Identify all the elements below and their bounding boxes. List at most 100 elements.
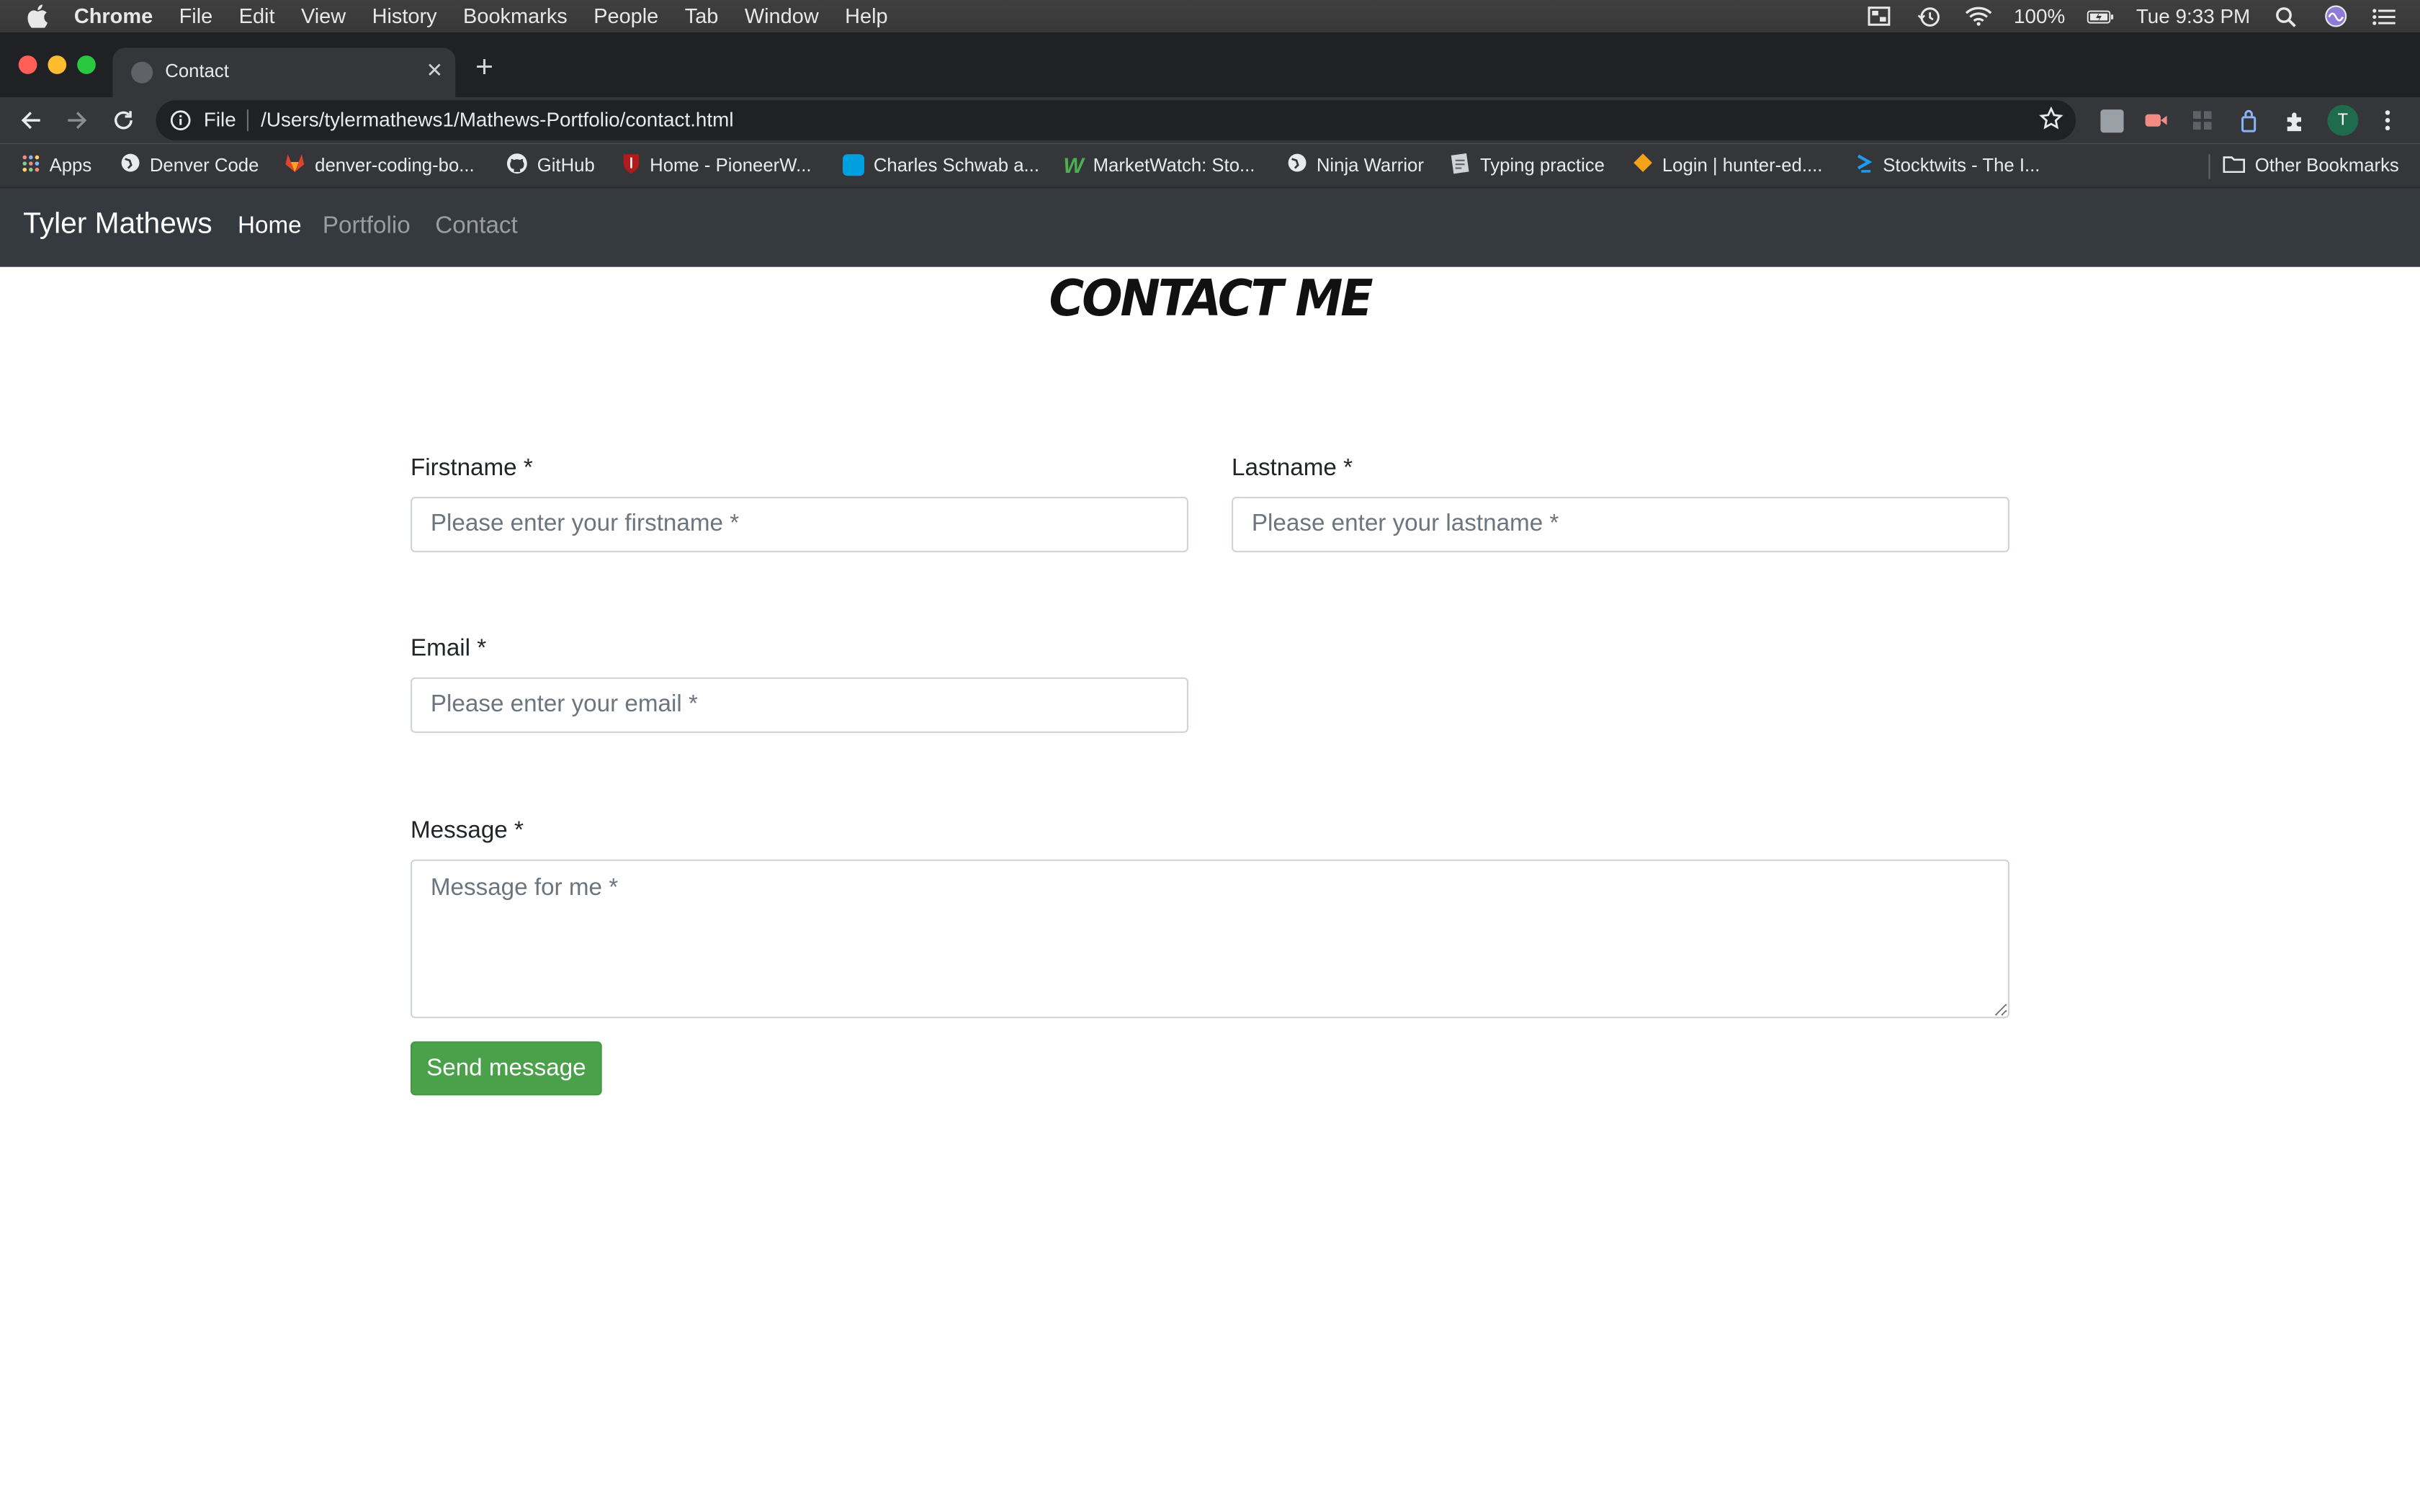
tab-title: Contact (165, 60, 229, 82)
extension-grid-icon[interactable] (2189, 107, 2217, 135)
browser-tab-strip: Contact ✕ + (0, 32, 2420, 97)
site-navbar: Tyler Mathews Home Portfolio Contact (0, 188, 2420, 267)
bookmark-pioneerweb[interactable]: Home - PioneerW... (622, 153, 812, 177)
chrome-menu-kebab-icon[interactable] (2374, 107, 2402, 135)
bookmark-ninja-warrior[interactable]: Ninja Warrior (1287, 153, 1424, 177)
menu-view[interactable]: View (301, 4, 346, 27)
page-favicon-icon (131, 61, 153, 84)
tab-close-icon[interactable]: ✕ (426, 58, 443, 83)
menu-bookmarks[interactable]: Bookmarks (463, 4, 568, 27)
stocktwits-icon (1855, 152, 1874, 178)
bookmark-label: Apps (49, 154, 92, 176)
site-brand[interactable]: Tyler Mathews (23, 208, 212, 242)
bookmark-star-icon[interactable] (2039, 106, 2063, 139)
wifi-icon[interactable] (1964, 6, 1992, 27)
bookmark-label: Ninja Warrior (1316, 154, 1424, 176)
bookmark-denver-code[interactable]: Denver Code (120, 153, 259, 177)
message-label: Message * (411, 817, 524, 845)
apps-grid-icon (22, 153, 40, 176)
window-close-button[interactable] (18, 55, 37, 74)
battery-percent: 100% (2013, 4, 2066, 28)
bookmark-label: MarketWatch: Sto... (1093, 154, 1255, 176)
window-minimize-button[interactable] (48, 55, 67, 74)
apple-menu-icon[interactable] (27, 4, 53, 28)
notification-center-icon[interactable] (2370, 6, 2398, 27)
bookmark-typing-practice[interactable]: Typing practice (1449, 152, 1605, 178)
bookmark-label: Typing practice (1480, 154, 1605, 176)
bookmark-apps[interactable]: Apps (22, 153, 91, 177)
extension-lock-icon[interactable] (2235, 107, 2263, 135)
menu-app-name[interactable]: Chrome (74, 4, 153, 27)
menu-window[interactable]: Window (745, 4, 819, 27)
schwab-logo-icon (843, 154, 864, 176)
send-message-button[interactable]: Send message (411, 1041, 602, 1096)
back-arrow-icon[interactable] (15, 105, 46, 136)
menubar-clock[interactable]: Tue 9:33 PM (2136, 4, 2250, 27)
pioneer-shield-icon (622, 152, 641, 178)
bookmark-marketwatch[interactable]: W MarketWatch: Sto... (1063, 153, 1255, 177)
lastname-label: Lastname * (1232, 455, 1353, 482)
typing-document-icon (1449, 152, 1471, 178)
menubar-status-area: 100% Tue 9:33 PM (1865, 0, 2398, 32)
page-title: CONTACT ME (1049, 270, 1373, 329)
bookmark-hunter-ed[interactable]: Login | hunter-ed.... (1633, 153, 1822, 177)
lastname-input[interactable] (1232, 497, 2009, 553)
browser-tab-contact[interactable]: Contact ✕ (112, 48, 456, 97)
gitlab-fox-icon (284, 153, 305, 177)
bookmark-stocktwits[interactable]: Stocktwits - The I... (1855, 153, 2040, 177)
menu-history[interactable]: History (372, 4, 437, 27)
bookmark-charles-schwab[interactable]: Charles Schwab a... (843, 153, 1039, 177)
window-zoom-button[interactable] (77, 55, 96, 74)
email-input[interactable] (411, 677, 1188, 733)
url-text[interactable]: /Users/tylermathews1/Mathews-Portfolio/c… (261, 108, 733, 131)
folder-icon (2223, 153, 2246, 176)
bookmarks-separator (2208, 154, 2210, 179)
menu-help[interactable]: Help (845, 4, 887, 27)
bookmark-label: Other Bookmarks (2254, 154, 2399, 176)
nav-home[interactable]: Home (238, 213, 302, 241)
firstname-input[interactable] (411, 497, 1188, 553)
bookmark-github[interactable]: GitHub (506, 153, 595, 177)
bookmark-label: Charles Schwab a... (873, 154, 1039, 176)
bookmark-label: Stocktwits - The I... (1883, 154, 2040, 176)
bookmark-other-bookmarks[interactable]: Other Bookmarks (2223, 153, 2399, 177)
screen: Chrome File Edit View History Bookmarks … (0, 0, 2420, 1512)
menu-file[interactable]: File (179, 4, 213, 27)
time-machine-icon[interactable] (1915, 6, 1943, 27)
extension-grey-icon[interactable] (2097, 107, 2125, 135)
menu-edit[interactable]: Edit (239, 4, 275, 27)
extensions-puzzle-icon[interactable] (2281, 107, 2309, 135)
battery-charging-icon[interactable] (2087, 6, 2115, 27)
hunter-ed-diamond-icon (1633, 153, 1653, 177)
marketwatch-w-icon: W (1063, 153, 1084, 178)
message-textarea[interactable] (411, 859, 2009, 1019)
siri-icon[interactable] (2321, 5, 2349, 27)
nav-contact[interactable]: Contact (435, 213, 517, 241)
bookmark-label: Denver Code (149, 154, 259, 176)
reload-icon[interactable] (108, 105, 139, 136)
email-label: Email * (411, 635, 487, 662)
display-mirroring-icon[interactable] (1865, 6, 1894, 27)
extension-video-icon[interactable] (2142, 107, 2170, 135)
macos-menu-bar: Chrome File Edit View History Bookmarks … (0, 0, 2420, 32)
firstname-label: Firstname * (411, 455, 533, 482)
bookmark-label: denver-coding-bo... (315, 154, 475, 176)
bookmark-denver-coding-bootcamp[interactable]: denver-coding-bo... (284, 153, 475, 177)
address-separator (246, 109, 248, 132)
menu-people[interactable]: People (593, 4, 658, 27)
profile-avatar[interactable]: T (2327, 104, 2359, 136)
github-octocat-icon (506, 152, 528, 178)
bookmark-label: Home - PioneerW... (650, 154, 812, 176)
bookmark-label: Login | hunter-ed.... (1662, 154, 1823, 176)
bookmarks-bar: Apps Denver Code denver-coding-bo... Git… (0, 143, 2420, 189)
url-scheme-label: File (203, 108, 236, 132)
forward-arrow-icon[interactable] (62, 105, 93, 136)
menu-tab[interactable]: Tab (685, 4, 719, 27)
browser-toolbar: File /Users/tylermathews1/Mathews-Portfo… (0, 97, 2420, 144)
address-bar[interactable]: File /Users/tylermathews1/Mathews-Portfo… (156, 100, 2076, 140)
nav-portfolio[interactable]: Portfolio (323, 213, 411, 241)
globe-icon (120, 153, 140, 177)
site-info-icon[interactable] (170, 109, 192, 139)
new-tab-plus-icon[interactable]: + (475, 51, 493, 86)
spotlight-search-icon[interactable] (2272, 6, 2300, 27)
